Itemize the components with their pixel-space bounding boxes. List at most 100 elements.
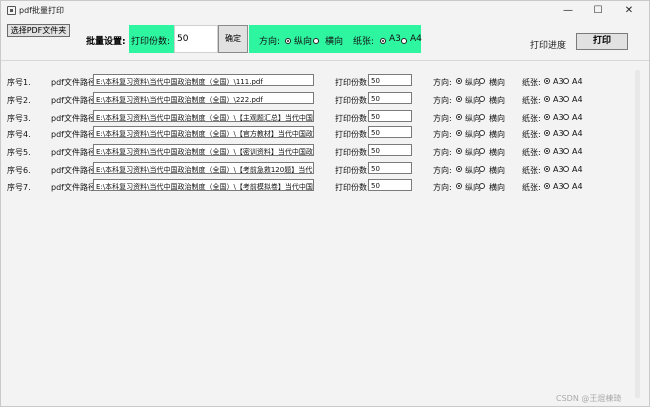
row-portrait-radio[interactable] [456, 78, 462, 84]
row-copies-input[interactable]: 50 [368, 126, 412, 138]
batch-copies-panel: 打印份数: [129, 25, 176, 53]
batch-a4-label[interactable]: A4 [410, 34, 422, 44]
row-a3-label[interactable]: A3 [553, 95, 564, 104]
batch-portrait-radio[interactable] [285, 38, 291, 44]
file-row: 序号1. pdf文件路径: E:\本科复习资料\当代中国政治制度（全国）\111.p… [1, 74, 641, 88]
app-icon [7, 6, 16, 15]
row-paper-label: 纸张: [522, 166, 541, 175]
row-copies-input[interactable]: 50 [368, 179, 412, 191]
batch-settings-label: 批量设置: [86, 37, 126, 47]
row-copies-input[interactable]: 50 [368, 162, 412, 174]
row-copies-input[interactable]: 50 [368, 144, 412, 156]
row-path-input[interactable]: E:\本科复习资料\当代中国政治制度（全国）\【官方教材】当代中国政治制 [93, 126, 314, 138]
row-a4-radio[interactable] [563, 148, 569, 154]
batch-copies-label: 打印份数: [131, 37, 171, 47]
row-a4-label[interactable]: A4 [572, 113, 583, 122]
row-a3-radio[interactable] [544, 148, 550, 154]
row-landscape-radio[interactable] [479, 130, 485, 136]
batch-a3-radio[interactable] [380, 38, 386, 44]
row-a4-radio[interactable] [563, 166, 569, 172]
row-a4-label[interactable]: A4 [572, 182, 583, 191]
row-path-input[interactable]: E:\本科复习资料\当代中国政治制度（全国）\222.pdf [93, 92, 314, 104]
print-progress-label: 打印进度 [530, 41, 567, 51]
window-title: pdf批量打印 [19, 6, 64, 15]
row-landscape-radio[interactable] [479, 166, 485, 172]
row-path-input[interactable]: E:\本科复习资料\当代中国政治制度（全国）\【考前模拟卷】当代中国政治 [93, 179, 314, 191]
row-landscape-label[interactable]: 横向 [489, 147, 505, 158]
row-copies-label: 打印份数: [335, 96, 370, 105]
row-path-input[interactable]: E:\本科复习资料\当代中国政治制度（全国）\111.pdf [93, 74, 314, 86]
row-a4-label[interactable]: A4 [572, 77, 583, 86]
row-a3-radio[interactable] [544, 96, 550, 102]
minimize-button[interactable]: — [553, 1, 583, 20]
row-copies-input[interactable]: 50 [368, 110, 412, 122]
row-paper-label: 纸张: [522, 96, 541, 105]
batch-landscape-radio[interactable] [313, 38, 319, 44]
close-button[interactable]: ✕ [614, 1, 644, 20]
row-landscape-label[interactable]: 横向 [489, 77, 505, 88]
row-a3-radio[interactable] [544, 114, 550, 120]
batch-copies-input[interactable]: 50 [174, 25, 218, 53]
file-row: 序号5. pdf文件路径: E:\本科复习资料\当代中国政治制度（全国）\【密训资料… [1, 144, 641, 158]
file-row: 序号6. pdf文件路径: E:\本科复习资料\当代中国政治制度（全国）\【考前急救… [1, 162, 641, 176]
row-portrait-radio[interactable] [456, 130, 462, 136]
row-a3-label[interactable]: A3 [553, 182, 564, 191]
row-a4-label[interactable]: A4 [572, 95, 583, 104]
row-a3-label[interactable]: A3 [553, 77, 564, 86]
row-portrait-radio[interactable] [456, 148, 462, 154]
row-a4-radio[interactable] [563, 114, 569, 120]
row-landscape-label[interactable]: 横向 [489, 182, 505, 193]
print-button[interactable]: 打印 [576, 33, 628, 50]
row-a4-radio[interactable] [563, 130, 569, 136]
file-row: 序号2. pdf文件路径: E:\本科复习资料\当代中国政治制度（全国）\222.p… [1, 92, 641, 106]
batch-a3-label[interactable]: A3 [389, 34, 401, 44]
batch-portrait-label[interactable]: 纵向 [294, 34, 312, 47]
row-portrait-radio[interactable] [456, 166, 462, 172]
row-a3-label[interactable]: A3 [553, 165, 564, 174]
row-orientation-label: 方向: [433, 166, 452, 175]
row-landscape-label[interactable]: 横向 [489, 129, 505, 140]
select-pdf-folder-button[interactable]: 选择PDF文件夹 [7, 24, 70, 37]
batch-a4-radio[interactable] [401, 38, 407, 44]
row-landscape-radio[interactable] [479, 183, 485, 189]
row-copies-input[interactable]: 50 [368, 74, 412, 86]
row-landscape-radio[interactable] [479, 148, 485, 154]
row-orientation-label: 方向: [433, 78, 452, 87]
file-row: 序号3. pdf文件路径: E:\本科复习资料\当代中国政治制度（全国）\【主观题汇… [1, 110, 641, 124]
row-copies-input[interactable]: 50 [368, 92, 412, 104]
row-portrait-radio[interactable] [456, 96, 462, 102]
row-a3-radio[interactable] [544, 78, 550, 84]
row-seq: 序号3. [7, 114, 31, 123]
confirm-button[interactable]: 确定 [218, 25, 248, 53]
row-portrait-radio[interactable] [456, 183, 462, 189]
row-landscape-radio[interactable] [479, 114, 485, 120]
row-path-input[interactable]: E:\本科复习资料\当代中国政治制度（全国）\【密训资料】当代中国政治制 [93, 144, 314, 156]
row-a3-radio[interactable] [544, 130, 550, 136]
row-landscape-label[interactable]: 横向 [489, 165, 505, 176]
row-landscape-radio[interactable] [479, 78, 485, 84]
row-a4-radio[interactable] [563, 183, 569, 189]
row-seq: 序号1. [7, 78, 31, 87]
row-a3-radio[interactable] [544, 183, 550, 189]
batch-paper-label: 纸张: [353, 37, 375, 47]
batch-landscape-label[interactable]: 横向 [325, 34, 343, 47]
row-a4-radio[interactable] [563, 96, 569, 102]
row-orientation-label: 方向: [433, 130, 452, 139]
row-path-input[interactable]: E:\本科复习资料\当代中国政治制度（全国）\【主观题汇总】当代中国政治 [93, 110, 314, 122]
row-paper-label: 纸张: [522, 114, 541, 123]
row-a3-label[interactable]: A3 [553, 129, 564, 138]
row-a4-label[interactable]: A4 [572, 129, 583, 138]
row-portrait-radio[interactable] [456, 114, 462, 120]
row-landscape-label[interactable]: 横向 [489, 113, 505, 124]
batch-orientation-label: 方向: [259, 37, 281, 47]
row-a4-label[interactable]: A4 [572, 147, 583, 156]
maximize-button[interactable]: ☐ [583, 1, 613, 20]
row-a3-label[interactable]: A3 [553, 147, 564, 156]
row-landscape-label[interactable]: 横向 [489, 95, 505, 106]
row-path-input[interactable]: E:\本科复习资料\当代中国政治制度（全国）\【考前急救120题】当代中国 [93, 162, 314, 174]
row-a3-label[interactable]: A3 [553, 113, 564, 122]
row-landscape-radio[interactable] [479, 96, 485, 102]
row-a4-radio[interactable] [563, 78, 569, 84]
row-a4-label[interactable]: A4 [572, 165, 583, 174]
row-a3-radio[interactable] [544, 166, 550, 172]
